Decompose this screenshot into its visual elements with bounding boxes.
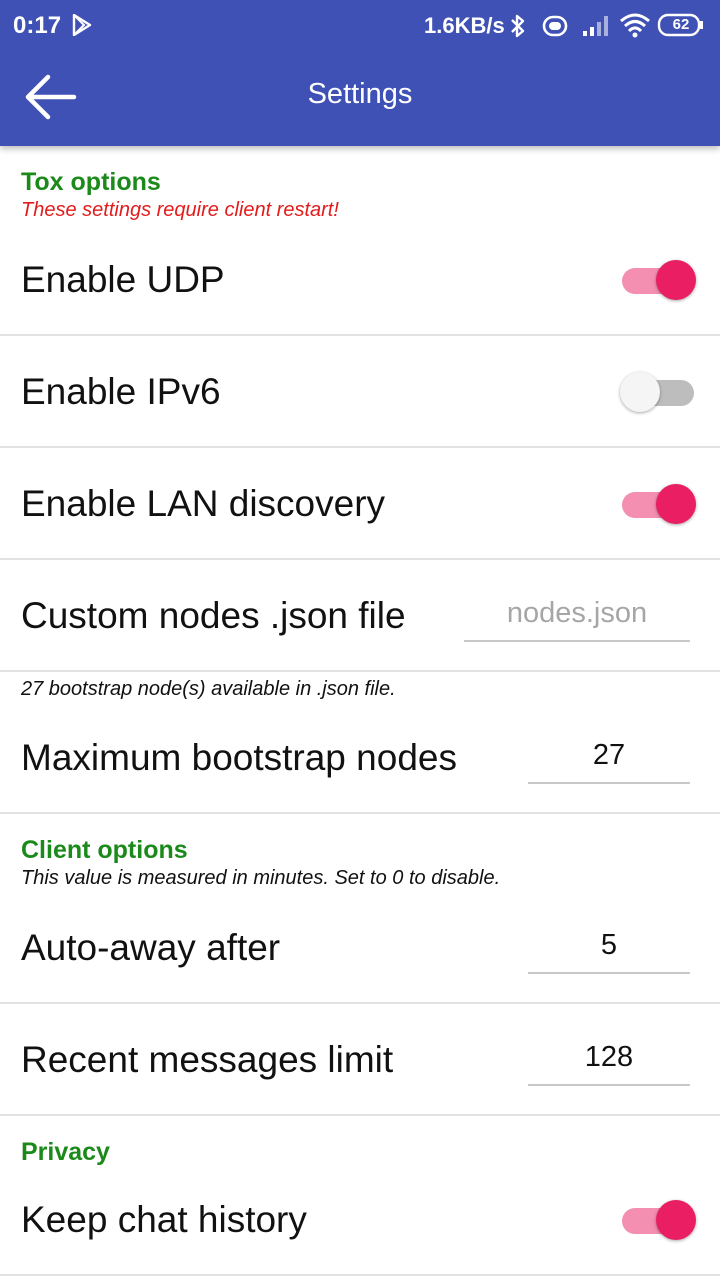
divider — [0, 1002, 720, 1004]
enable-udp-label: Enable UDP — [21, 259, 225, 300]
divider — [0, 1274, 720, 1276]
privacy-header: Privacy — [21, 1138, 110, 1166]
enable-ipv6-switch[interactable] — [620, 372, 696, 412]
keep-history-switch[interactable] — [620, 1200, 696, 1240]
custom-nodes-label: Custom nodes .json file — [21, 595, 406, 636]
divider — [0, 558, 720, 560]
enable-ipv6-label: Enable IPv6 — [21, 371, 221, 412]
max-bootstrap-label: Maximum bootstrap nodes — [21, 737, 457, 778]
custom-nodes-input[interactable] — [464, 586, 690, 642]
recent-limit-input[interactable] — [528, 1030, 690, 1086]
enable-udp-switch[interactable] — [620, 260, 696, 300]
divider — [0, 334, 720, 336]
divider — [0, 812, 720, 814]
bootstrap-note: 27 bootstrap node(s) available in .json … — [21, 678, 396, 700]
restart-warning: These settings require client restart! — [21, 199, 339, 221]
page-title: Settings — [307, 78, 413, 110]
status-bar: 0:17 1.6KB/s 62 — [0, 0, 720, 52]
minutes-note: This value is measured in minutes. Set t… — [21, 867, 501, 889]
recent-limit-label: Recent messages limit — [21, 1039, 394, 1080]
status-time: 0:17 — [13, 12, 62, 39]
client-options-header: Client options — [21, 836, 188, 864]
divider — [0, 1114, 720, 1116]
enable-lan-label: Enable LAN discovery — [21, 483, 386, 524]
max-bootstrap-input[interactable] — [528, 728, 690, 784]
keep-history-label: Keep chat history — [21, 1199, 307, 1240]
play-store-icon — [72, 13, 92, 43]
network-speed: 1.6KB/s — [424, 13, 505, 38]
divider — [0, 446, 720, 448]
arrow-back-icon — [22, 74, 78, 126]
auto-away-label: Auto-away after — [21, 927, 281, 968]
divider — [0, 670, 720, 672]
wifi-icon — [619, 12, 651, 45]
battery-level: 62 — [672, 16, 690, 33]
tox-options-header: Tox options — [21, 168, 161, 196]
bluetooth-icon — [508, 13, 528, 46]
app-bar: 0:17 1.6KB/s 62 Settings — [0, 0, 720, 146]
vibrate-icon — [538, 15, 572, 44]
auto-away-input[interactable] — [528, 918, 690, 974]
enable-lan-switch[interactable] — [620, 484, 696, 524]
signal-icon — [582, 13, 612, 44]
